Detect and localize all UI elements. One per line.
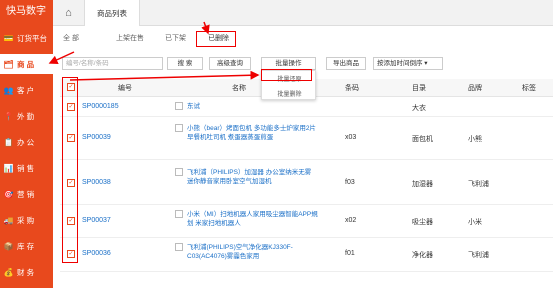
header-brand[interactable]: 品牌 (468, 83, 482, 93)
table-row[interactable]: ✓ SP00038 飞利浦（PHILIPS）加湿器 办公室纳米无雾 迷你静音家用… (60, 160, 553, 205)
product-name[interactable]: 飞利浦(PHILIPS)空气净化器KJ330F-C03(AC4076)雾霾色家用 (187, 243, 319, 261)
header-code[interactable]: 编号 (118, 83, 132, 93)
sidebar-item-label: 办 公 (17, 137, 35, 147)
target-icon: 🎯 (3, 189, 14, 199)
image-placeholder-icon (175, 168, 183, 176)
tab-all[interactable]: 全 部 (63, 33, 79, 43)
brand: 小米 (468, 219, 482, 226)
clipboard-icon: 📋 (3, 137, 14, 147)
brand: 飞利浦 (468, 252, 489, 259)
product-code[interactable]: SP00036 (82, 250, 111, 257)
money-icon: 💰 (3, 267, 14, 277)
tab-product-list[interactable]: 商品列表 (85, 0, 140, 26)
sidebar-item-label: 订货平台 (17, 33, 47, 43)
header-barcode[interactable]: 条码 (345, 83, 359, 93)
sidebar-item-label: 商 品 (17, 59, 35, 69)
category: 净化器 (412, 252, 433, 259)
barcode: f01 (345, 250, 355, 257)
folder-icon: 🗂 (3, 59, 14, 69)
annotation-box-restore (261, 69, 312, 81)
barcode: x03 (345, 134, 357, 141)
sort-select[interactable]: 按添加时间倒序 ▾ (373, 57, 443, 70)
image-placeholder-icon (175, 102, 183, 110)
image-placeholder-icon (175, 124, 183, 132)
sidebar: 快马数字 💳 订货平台 🗂 商 品 👥 客 户 📍 外 勤 📋 办 公 📊 销 … (0, 0, 53, 288)
sidebar-item-label: 客 户 (17, 85, 35, 95)
product-name[interactable]: 小熊（bear）烤面包机 多功能多士炉家用2片早餐机吐司机 煮蛋器蒸蛋煎蛋 (187, 124, 319, 142)
image-placeholder-icon (175, 210, 183, 218)
sidebar-item-label: 库 存 (17, 241, 35, 251)
header-category[interactable]: 目录 (412, 83, 426, 93)
product-code[interactable]: SP0000185 (82, 103, 119, 110)
table-row[interactable]: ✓ SP0000185 东试 大衣 (60, 97, 553, 117)
category: 吸尘器 (412, 219, 433, 226)
truck-icon: 🚚 (3, 215, 14, 225)
home-icon[interactable]: ⌂ (53, 0, 85, 26)
export-button[interactable]: 导出商品 (326, 57, 366, 70)
product-name[interactable]: 东试 (187, 102, 317, 111)
product-code[interactable]: SP00039 (82, 134, 111, 141)
brand: 小熊 (468, 136, 482, 143)
sidebar-item-finance[interactable]: 💰 财 务 (0, 262, 53, 282)
sidebar-item-office[interactable]: 📋 办 公 (0, 132, 53, 152)
search-button[interactable]: 搜 索 (167, 57, 203, 70)
header-name[interactable]: 名称 (232, 83, 246, 93)
sidebar-item-label: 采 购 (17, 215, 35, 225)
search-input[interactable]: 编号/名称/条码 (62, 57, 163, 70)
barcode: f03 (345, 179, 355, 186)
sidebar-item-field[interactable]: 📍 外 勤 (0, 106, 53, 126)
sidebar-item-label: 营 销 (17, 189, 35, 199)
sidebar-item-label: 外 勤 (17, 111, 35, 121)
tab-bar: ⌂ 商品列表 (53, 0, 553, 26)
annotation-box-deleted-tab (196, 31, 236, 47)
card-icon: 💳 (3, 33, 14, 43)
box-icon: 📦 (3, 241, 14, 251)
advanced-search-button[interactable]: 高级查询 (209, 57, 251, 70)
product-name[interactable]: 飞利浦（PHILIPS）加湿器 办公室纳米无雾 迷你静音家用卧室空气加湿机 (187, 168, 319, 186)
tab-off-shelf[interactable]: 已下架 (165, 33, 186, 43)
brand-logo: 快马数字 (6, 6, 46, 17)
chart-icon: 📊 (3, 163, 14, 173)
sidebar-item-label: 销 售 (17, 163, 35, 173)
category: 加湿器 (412, 181, 433, 188)
product-code[interactable]: SP00037 (82, 217, 111, 224)
users-icon: 👥 (3, 85, 14, 95)
sidebar-item-ordering[interactable]: 💳 订货平台 (0, 28, 53, 48)
sidebar-item-customers[interactable]: 👥 客 户 (0, 80, 53, 100)
tab-on-sale[interactable]: 上架在售 (116, 33, 144, 43)
product-code[interactable]: SP00038 (82, 179, 111, 186)
category: 大衣 (412, 105, 426, 112)
sidebar-item-purchase[interactable]: 🚚 采 购 (0, 210, 53, 230)
category: 面包机 (412, 136, 433, 143)
sidebar-item-products[interactable]: 🗂 商 品 (0, 54, 53, 74)
sidebar-item-inventory[interactable]: 📦 库 存 (0, 236, 53, 256)
status-tabs: 全 部 上架在售 已下架 已删除 (53, 30, 553, 50)
sidebar-item-label: 财 务 (17, 267, 35, 277)
brand: 飞利浦 (468, 181, 489, 188)
table-row[interactable]: ✓ SP00039 小熊（bear）烤面包机 多功能多士炉家用2片早餐机吐司机 … (60, 117, 553, 160)
product-name[interactable]: 小米（MI）扫地机器人家用吸尘器智能APP規划 米家扫地机器人 (187, 210, 319, 228)
image-placeholder-icon (175, 243, 183, 251)
table-row[interactable]: ✓ SP00037 小米（MI）扫地机器人家用吸尘器智能APP規划 米家扫地机器… (60, 205, 553, 238)
annotation-box-checkboxes (62, 77, 78, 263)
location-icon: 📍 (3, 111, 14, 121)
header-tag[interactable]: 标签 (522, 83, 536, 93)
sidebar-item-marketing[interactable]: 🎯 营 销 (0, 184, 53, 204)
table-row[interactable]: ✓ SP00036 飞利浦(PHILIPS)空气净化器KJ330F-C03(AC… (60, 238, 553, 272)
barcode: x02 (345, 217, 357, 224)
sidebar-item-sales[interactable]: 📊 销 售 (0, 158, 53, 178)
